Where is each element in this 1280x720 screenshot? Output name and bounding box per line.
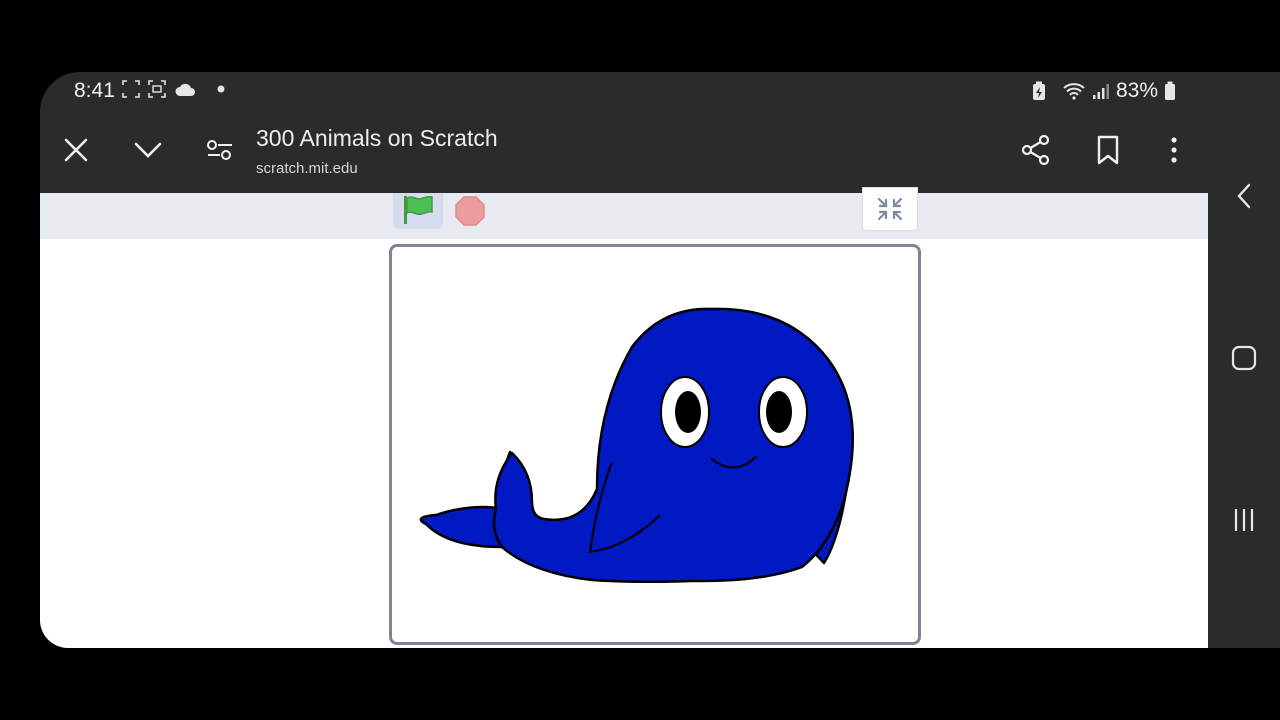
notification-dot-icon bbox=[217, 85, 225, 93]
tune-icon bbox=[207, 140, 232, 160]
green-flag-icon bbox=[404, 196, 433, 224]
status-icons-right: 83% bbox=[1032, 79, 1176, 103]
wifi-icon bbox=[1063, 83, 1085, 100]
screenshot-icon bbox=[122, 80, 140, 98]
home-icon bbox=[1231, 345, 1257, 371]
battery-saver-icon bbox=[1032, 81, 1045, 100]
web-content bbox=[40, 187, 1208, 648]
close-icon bbox=[64, 138, 88, 162]
share-icon bbox=[1021, 134, 1050, 166]
phone-screen: 8:41 83% 300 Animals on Scratch scratch.… bbox=[40, 72, 1280, 648]
nav-recents-button[interactable] bbox=[1222, 498, 1266, 542]
battery-percent: 83% bbox=[1115, 79, 1158, 102]
bookmark-button[interactable] bbox=[1086, 128, 1130, 172]
stop-button[interactable] bbox=[450, 193, 490, 229]
status-bar: 8:41 83% bbox=[40, 72, 1208, 108]
cloud-icon bbox=[175, 83, 195, 96]
whale-sprite[interactable] bbox=[392, 247, 918, 642]
chevron-down-icon bbox=[134, 142, 162, 158]
screen-record-icon bbox=[148, 80, 166, 98]
more-options-button[interactable] bbox=[1152, 128, 1196, 172]
page-title: 300 Animals on Scratch bbox=[256, 125, 498, 151]
status-icons-left bbox=[122, 80, 228, 98]
more-vert-icon bbox=[1171, 137, 1177, 163]
minimize-tab-button[interactable] bbox=[126, 128, 170, 172]
close-tab-button[interactable] bbox=[54, 128, 98, 172]
back-icon bbox=[1237, 183, 1251, 209]
nav-back-button[interactable] bbox=[1222, 174, 1266, 218]
stop-icon bbox=[455, 196, 485, 226]
exit-fullscreen-icon bbox=[877, 197, 903, 221]
status-time: 8:41 bbox=[74, 79, 115, 102]
signal-icon bbox=[1092, 84, 1109, 99]
nav-home-button[interactable] bbox=[1222, 336, 1266, 380]
system-nav-bar bbox=[1208, 72, 1280, 648]
player-controls-bar bbox=[40, 187, 1208, 239]
custom-tab-toolbar: 300 Animals on Scratch scratch.mit.edu bbox=[40, 108, 1208, 193]
green-flag-button[interactable] bbox=[393, 193, 443, 229]
bookmark-icon bbox=[1097, 135, 1119, 165]
site-settings-button[interactable] bbox=[198, 128, 242, 172]
battery-icon bbox=[1165, 81, 1175, 100]
exit-fullscreen-button[interactable] bbox=[862, 187, 918, 231]
project-stage[interactable] bbox=[389, 244, 921, 645]
share-button[interactable] bbox=[1014, 128, 1058, 172]
recents-icon bbox=[1234, 509, 1254, 531]
page-url[interactable]: scratch.mit.edu bbox=[256, 160, 358, 177]
